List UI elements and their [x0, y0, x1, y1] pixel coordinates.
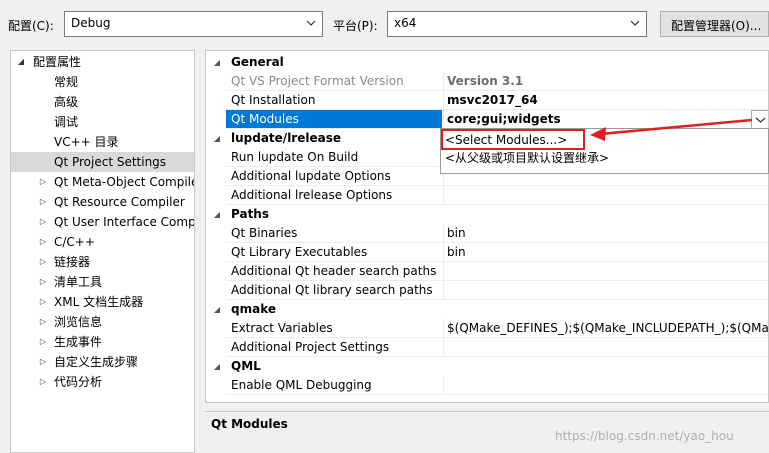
- annotation-arrow: [590, 118, 753, 141]
